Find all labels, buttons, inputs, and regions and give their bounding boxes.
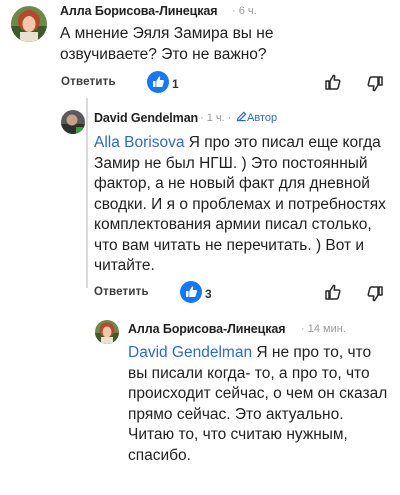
blue-thumbs-up-badge-icon (180, 281, 202, 303)
author-badge-label: Автор (247, 112, 278, 124)
like-count-badge[interactable] (147, 71, 169, 98)
comment-author[interactable]: Алла Борисова-Линецкая (60, 4, 218, 18)
comment-time[interactable]: 1 ч. (207, 112, 225, 124)
avatar-alla[interactable] (11, 6, 47, 42)
comment-meta: · 1 ч. · (200, 112, 231, 124)
thumbs-down-icon[interactable] (365, 74, 385, 99)
comment-meta: · 14 мин. (301, 323, 346, 335)
thread-line (86, 98, 88, 288)
reply-button[interactable]: Ответить (94, 286, 149, 298)
mention-link[interactable]: David Gendelman (128, 344, 252, 361)
comment-time[interactable]: 14 мин. (308, 323, 346, 335)
comment-author[interactable]: David Gendelman (94, 111, 198, 125)
comment-meta: · 6 ч. (232, 5, 257, 17)
avatar-alla[interactable] (95, 320, 119, 344)
avatar-david[interactable] (61, 110, 85, 134)
mention-link[interactable]: Alla Borisova (94, 134, 184, 151)
comment-author[interactable]: Алла Борисова-Линецкая (128, 322, 286, 336)
blue-thumbs-up-badge-icon (147, 71, 169, 93)
like-count-badge[interactable] (180, 281, 202, 308)
meta-separator: · (200, 112, 204, 124)
comment-text-body: Я про это писал еще когда Замир не был Н… (94, 134, 386, 274)
comment-text-body: Читаю то, что считаю нужным, спасибо. (128, 426, 348, 464)
comment-text: Alla Borisova Я про это писал еще когда … (94, 133, 390, 277)
meta-separator: · (301, 323, 305, 335)
thumbs-down-icon[interactable] (365, 284, 385, 309)
meta-separator: · (227, 112, 232, 124)
pencil-icon (236, 111, 247, 122)
thumbs-up-icon[interactable] (323, 72, 343, 97)
author-badge: Автор (236, 111, 277, 124)
comment-text: David Gendelman Я не про то, что вы писа… (128, 343, 390, 466)
thumbs-up-icon[interactable] (323, 282, 343, 307)
reply-button[interactable]: Ответить (61, 76, 116, 88)
like-count: 3 (205, 287, 212, 301)
comment-time[interactable]: 6 ч. (239, 5, 257, 17)
like-count: 1 (172, 77, 179, 91)
comment-text: А мнение Эяля Замира вы не озвучиваете? … (60, 25, 274, 63)
meta-separator: · (232, 5, 236, 17)
